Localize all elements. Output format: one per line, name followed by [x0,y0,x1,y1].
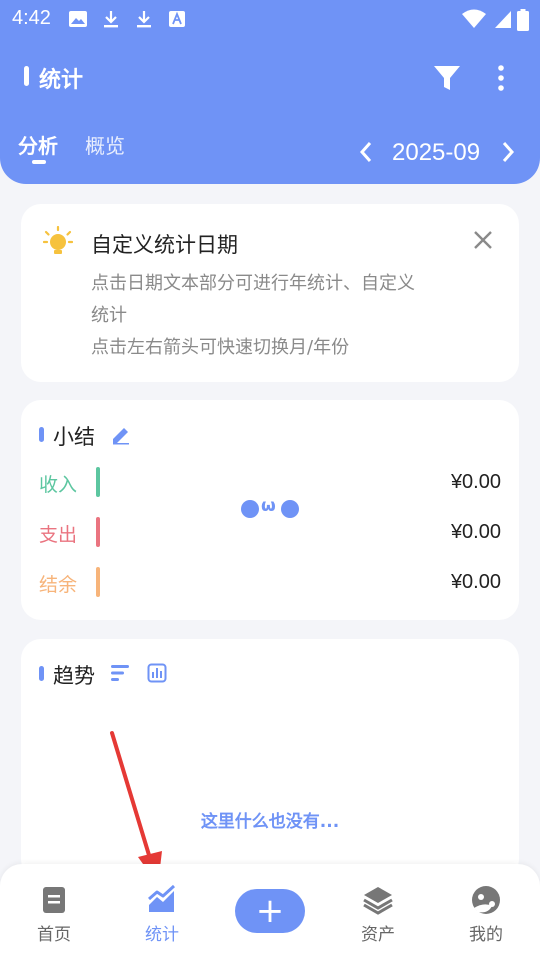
prev-month-arrow-icon[interactable] [356,140,376,164]
nav-item-stats[interactable]: 统计 [108,864,216,960]
tab-overview[interactable]: 概览 [85,130,125,159]
close-icon[interactable] [473,230,493,250]
header: 4:42 统计 分析 概览 2025-09 [0,0,540,184]
next-month-arrow-icon[interactable] [498,140,518,164]
book-icon [43,887,65,913]
nav-item-profile[interactable]: 我的 [432,864,540,960]
edit-pencil-icon[interactable] [111,425,131,445]
expense-color-bar [96,517,100,547]
sort-lines-icon[interactable] [111,664,131,682]
image-icon [69,11,87,27]
expense-label: 支出 [39,524,78,546]
nav-item-assets[interactable]: 资产 [324,864,432,960]
nav-label-home: 首页 [37,925,71,945]
section-accent-bar [39,666,44,681]
emoticon-mouth: ω [261,496,276,516]
download-icon [104,11,118,28]
tip-text-line: 点击左右箭头可快速切换月/年份 [91,337,350,358]
section-accent-bar [39,427,44,442]
layers-icon [363,887,393,915]
page-title: 统计 [39,68,84,93]
nav-label-profile: 我的 [469,925,503,945]
more-options-icon[interactable] [496,63,506,93]
bar-chart-icon[interactable] [147,663,167,683]
emoticon-face: ω [241,496,301,520]
add-record-button[interactable]: + [235,889,305,933]
bottom-nav: 首页 统计 + 资产 我的 [0,864,540,960]
chart-trend-icon [148,884,176,912]
nav-label-assets: 资产 [361,925,395,945]
income-color-bar [96,467,100,497]
tab-analysis[interactable]: 分析 [18,130,58,159]
empty-state-text: 这里什么也没有... [200,812,340,832]
tip-text-line: 统计 [91,305,127,326]
download-icon [137,11,151,28]
expense-value: ¥0.00 [450,521,501,543]
filter-icon[interactable] [432,63,462,93]
lightbulb-icon [43,226,73,254]
tab-active-indicator [32,160,46,164]
tip-card: 自定义统计日期 点击日期文本部分可进行年统计、自定义 统计 点击左右箭头可快速切… [21,204,519,382]
app-icon [169,11,185,27]
title-accent-bar [24,66,29,86]
status-bar: 4:42 [0,0,540,38]
month-selector[interactable]: 2025-09 [392,139,480,167]
tip-title: 自定义统计日期 [91,233,238,257]
trend-card: 趋势 这里什么也没有... [21,639,519,879]
battery-icon [517,9,529,31]
avatar-icon [472,886,500,914]
income-label: 收入 [39,474,78,496]
balance-color-bar [96,567,100,597]
tip-text-line: 点击日期文本部分可进行年统计、自定义 [91,273,415,294]
plus-icon: + [255,891,285,931]
balance-label: 结余 [39,574,78,596]
signal-icon [495,11,511,28]
income-value: ¥0.00 [450,471,501,493]
trend-title: 趋势 [53,664,95,688]
nav-item-home[interactable]: 首页 [0,864,108,960]
summary-title: 小结 [53,425,95,449]
nav-label-stats: 统计 [145,925,179,945]
status-time: 4:42 [12,7,51,29]
wifi-icon [462,9,486,28]
balance-value: ¥0.00 [450,571,501,593]
summary-card: 小结 收入 ¥0.00 支出 ¥0.00 结余 ¥0.00 ω [21,400,519,620]
